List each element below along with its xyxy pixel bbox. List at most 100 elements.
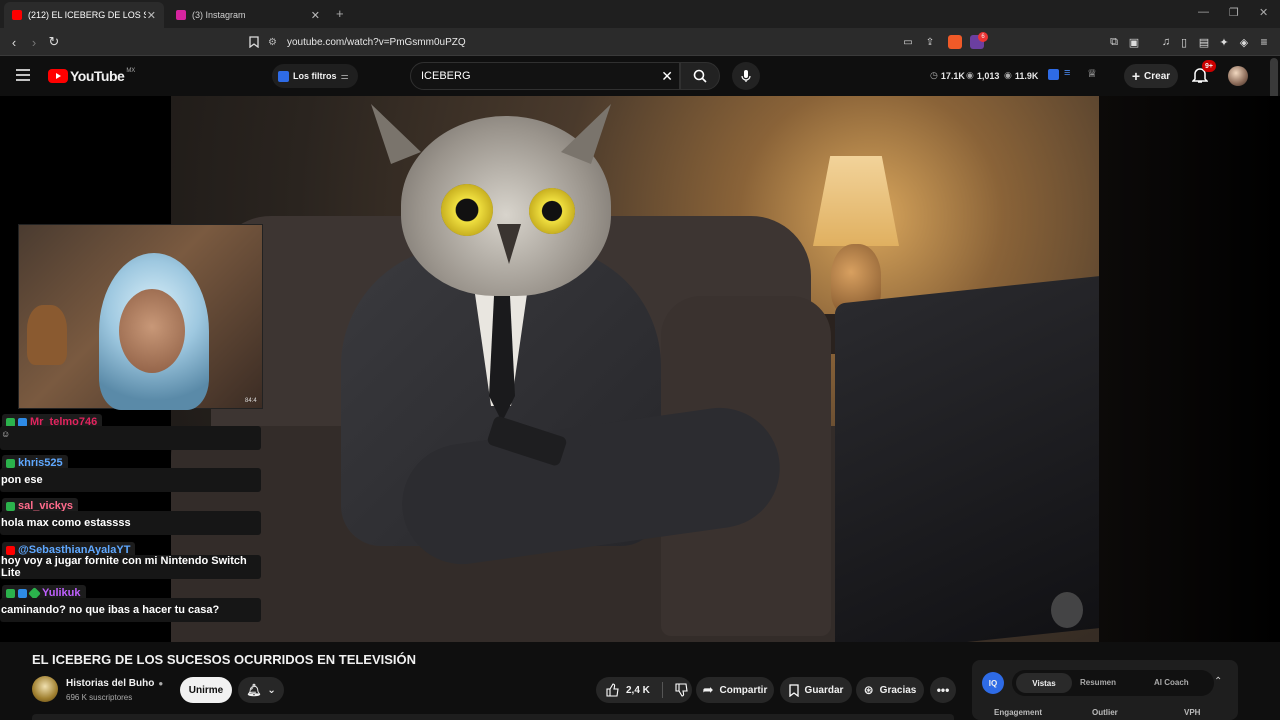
url-text: youtube.com/watch?v=PmGsmm0uPZQ [286,36,466,48]
clock-icon: ◷ [930,70,938,80]
extension-icon[interactable]: ⧉ [1106,34,1122,50]
thanks-button[interactable]: ⊛ Gracias [856,677,924,703]
stat-watch-time: ◷ 17.1K [930,70,965,81]
channel-avatar[interactable] [32,676,58,702]
address-bar[interactable]: ⚙ youtube.com/watch?v=PmGsmm0uPZQ [268,32,888,52]
subscriber-count: 696 K suscriptores [66,693,133,702]
share-label: Compartir [719,684,768,696]
tab-title: (3) Instagram [192,10,246,20]
wallet-icon[interactable]: ▤ [1196,34,1212,50]
search-icon [693,69,707,83]
tab-youtube[interactable]: (212) EL ICEBERG DE LOS SUCESOS ✕ [4,2,164,28]
search-button[interactable] [680,62,720,90]
forward-icon[interactable]: › [26,34,42,50]
share-icon[interactable]: ⇪ [922,34,938,50]
microphone-icon [741,70,751,82]
chat-message-text: hola max como estassss [1,517,131,529]
menu-icon[interactable]: ≡ [1256,34,1272,50]
maximize-icon[interactable]: ❐ [1229,6,1239,19]
list-icon[interactable]: ≡ [1064,67,1070,79]
guitar-background [27,305,67,365]
close-tab-icon[interactable]: ✕ [147,9,156,22]
streamer-face [119,289,185,373]
divider [661,682,663,698]
iq-logo-icon: IQ [982,672,1004,694]
back-icon[interactable]: ‹ [6,34,22,50]
like-dislike-group: 2,4 K [596,677,692,703]
webcam-overlay-text: 84:4 [245,398,257,404]
logo-text: YouTube [70,68,125,84]
webcam-overlay: 84:4 [18,224,263,410]
search-input[interactable]: ICEBERG ✕ [410,62,680,90]
vidiq-panel: IQ Vistas Resumen AI Coach ⌃ Engagement … [972,660,1238,720]
browser-tab-bar: (212) EL ICEBERG DE LOS SUCESOS ✕ (3) In… [0,0,1280,28]
television [835,276,1099,642]
video-player[interactable]: 84:4 Mr_telmo746 ☺ khris525 pon ese sal_… [0,96,1280,642]
site-info-icon[interactable]: ⚙ [268,37,277,48]
channel-name-text: Historias del Buho [66,678,155,689]
kick-badge-icon [6,458,15,468]
tab-title: (212) EL ICEBERG DE LOS SUCESOS [28,10,146,20]
channel-watermark-icon [1051,592,1083,628]
brave-shield-icon[interactable] [948,35,962,49]
more-icon: ••• [936,683,950,697]
vpn-icon[interactable]: ◈ [1236,34,1252,50]
filters-label: Los filtros [293,71,337,81]
new-tab-icon[interactable]: + [336,6,344,21]
notification-badge: 6 [978,32,988,42]
save-button[interactable]: Guardar [780,677,852,703]
chat-message: hola max como estassss [0,511,261,535]
share-arrow-icon: ➦ [702,682,714,697]
channel-name[interactable]: Historias del Buho ● [66,678,163,689]
extension-icon[interactable]: ▣ [1126,34,1142,50]
metric-vph: VPH [1184,708,1201,717]
voice-search-button[interactable] [732,62,760,90]
thumbs-up-icon [606,683,619,697]
chat-message-text: pon ese [1,474,43,486]
tab-ai-coach[interactable]: AI Coach [1154,678,1189,687]
trophy-icon[interactable]: ♕ [1087,67,1097,80]
sidebar-icon[interactable]: ▯ [1176,34,1192,50]
sliders-icon: ⚌ [340,70,349,81]
close-tab-icon[interactable]: ✕ [311,9,320,22]
tab-vistas[interactable]: Vistas [1016,673,1072,693]
chat-message: hoy voy a jugar fornite con mi Nintendo … [0,555,261,579]
description-box[interactable] [32,714,954,720]
like-button[interactable]: 2,4 K [606,683,650,697]
filters-button[interactable]: Los filtros ⚌ [272,64,358,88]
cast-icon[interactable]: ▭ [900,34,916,50]
iq-logo-icon [278,70,289,82]
minimize-icon[interactable]: — [1198,6,1209,18]
eye-icon: ◉ [1004,70,1012,80]
metric-engagement: Engagement [994,708,1043,717]
close-window-icon[interactable]: ✕ [1259,6,1268,19]
chevron-up-icon[interactable]: ⌃ [1214,676,1222,687]
share-button[interactable]: ➦ Compartir [696,677,774,703]
hamburger-menu-icon[interactable] [16,68,30,86]
leo-ai-icon[interactable]: ✦ [1216,34,1232,50]
tab-resumen[interactable]: Resumen [1080,678,1116,687]
reload-icon[interactable]: ↻ [46,34,62,50]
super-thanks-icon: ⊛ [863,683,874,697]
youtube-badge-icon [6,545,15,555]
subscribe-bell-button[interactable]: 🔔︎ ⌄ [238,677,284,703]
youtube-logo[interactable]: YouTube MX [48,68,135,84]
dislike-button[interactable] [675,683,689,697]
bookmark-icon[interactable] [246,34,262,50]
notification-count: 9+ [1202,60,1216,72]
chat-message: caminando? no que ibas a hacer tu casa? [0,598,261,622]
youtube-masthead: YouTube MX Los filtros ⚌ ICEBERG ✕ ◷ 17.1… [0,56,1280,96]
owl-eye-left [441,184,493,236]
create-label: Crear [1144,70,1171,82]
like-count: 2,4 K [626,684,650,696]
avatar[interactable] [1228,66,1248,86]
iq-logo-icon[interactable] [1048,69,1059,80]
music-icon[interactable]: ♫ [1158,34,1174,50]
stat-views-total: ◉ 11.9K [1004,70,1038,81]
more-actions-button[interactable]: ••• [930,677,956,703]
clear-search-icon[interactable]: ✕ [661,68,673,85]
region-code: MX [126,68,136,74]
tab-instagram[interactable]: (3) Instagram ✕ [168,2,328,28]
join-button[interactable]: Unirme [180,677,232,703]
create-button[interactable]: + Crear [1124,64,1178,88]
